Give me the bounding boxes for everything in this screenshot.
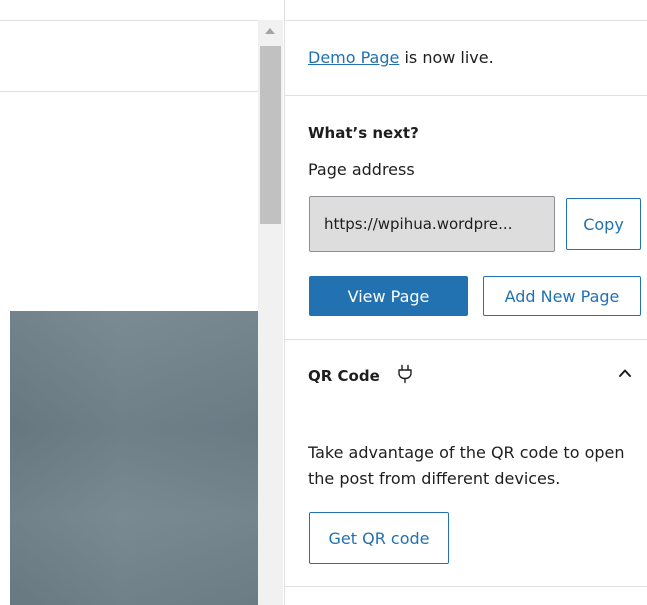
- page-address-label: Page address: [308, 160, 415, 179]
- editor-image-block[interactable]: [10, 311, 258, 605]
- post-publish-screen: Demo Page is now live. What’s next? Page…: [0, 0, 647, 605]
- panel-divider: [285, 95, 647, 96]
- post-publish-panel: Demo Page is now live. What’s next? Page…: [284, 0, 647, 605]
- plug-icon: [398, 364, 412, 384]
- view-page-button[interactable]: View Page: [309, 276, 468, 316]
- qr-code-panel-toggle[interactable]: QR Code: [285, 340, 647, 412]
- get-qr-code-button[interactable]: Get QR code: [309, 512, 449, 564]
- qr-code-title: QR Code: [308, 367, 380, 385]
- editor-canvas: [0, 0, 258, 605]
- panel-top-divider: [285, 20, 647, 21]
- qr-code-description: Take advantage of the QR code to open th…: [308, 443, 625, 488]
- add-new-page-button[interactable]: Add New Page: [483, 276, 641, 316]
- editor-divider-top: [0, 20, 258, 21]
- publish-status: Demo Page is now live.: [308, 48, 494, 67]
- copy-button[interactable]: Copy: [566, 198, 641, 250]
- chevron-up-icon[interactable]: [618, 366, 632, 380]
- editor-scrollbar[interactable]: [258, 20, 283, 605]
- scroll-thumb[interactable]: [260, 46, 281, 224]
- scroll-up-arrow-icon[interactable]: [265, 28, 275, 34]
- editor-divider: [0, 91, 258, 92]
- demo-page-link[interactable]: Demo Page: [308, 48, 399, 67]
- page-address-field[interactable]: [309, 196, 555, 252]
- panel-divider: [285, 586, 647, 587]
- publish-status-text: is now live.: [399, 48, 494, 67]
- whats-next-heading: What’s next?: [308, 124, 419, 142]
